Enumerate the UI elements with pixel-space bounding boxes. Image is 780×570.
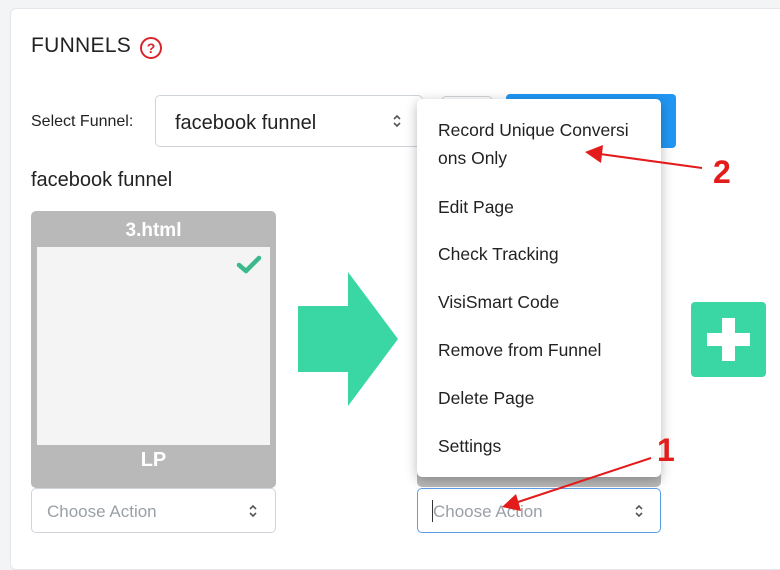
funnel-select[interactable]: facebook funnel	[155, 95, 423, 147]
add-page-button[interactable]	[691, 302, 766, 377]
menu-item-settings[interactable]: Settings	[438, 432, 653, 460]
page-filename: 3.html	[125, 220, 182, 241]
menu-item-remove-from-funnel[interactable]: Remove from Funnel	[438, 336, 653, 364]
menu-item-edit-page[interactable]: Edit Page	[438, 193, 653, 221]
page-type-label: LP	[140, 449, 167, 471]
select-updown-icon	[393, 114, 401, 128]
menu-item-check-tracking[interactable]: Check Tracking	[438, 240, 653, 268]
menu-item-label: ons Only	[438, 148, 508, 168]
plus-icon	[722, 318, 735, 361]
menu-item-delete-page[interactable]: Delete Page	[438, 384, 653, 412]
menu-item-label: Record Unique Conversi	[438, 120, 629, 140]
action-dropdown-menu: Record Unique Conversi ons Only Edit Pag…	[417, 99, 661, 477]
funnel-name-heading: facebook funnel	[31, 169, 173, 191]
choose-action-select[interactable]: Choose Action	[31, 488, 276, 533]
funnel-select-value: facebook funnel	[175, 112, 317, 134]
flow-arrow-icon	[298, 272, 398, 406]
question-circle-icon[interactable]: ?	[140, 37, 162, 59]
menu-item-record-unique-conversions[interactable]: Record Unique Conversi ons Only	[438, 116, 653, 172]
annotation-marker-2: 2	[713, 154, 731, 190]
annotation-marker-1: 1	[657, 432, 675, 468]
choose-action-select-focused[interactable]: Choose Action	[417, 488, 661, 533]
page-title: FUNNELS	[31, 34, 132, 57]
check-icon	[236, 255, 262, 274]
select-updown-icon	[249, 504, 257, 518]
page-thumbnail	[37, 247, 270, 445]
choose-action-placeholder: Choose Action	[47, 502, 157, 521]
funnel-page-card[interactable]: 3.html LP	[31, 211, 276, 488]
choose-action-placeholder: Choose Action	[433, 502, 543, 521]
select-funnel-label: Select Funnel:	[31, 113, 134, 130]
menu-item-visismart-code[interactable]: VisiSmart Code	[438, 288, 653, 316]
select-updown-icon	[635, 504, 643, 518]
